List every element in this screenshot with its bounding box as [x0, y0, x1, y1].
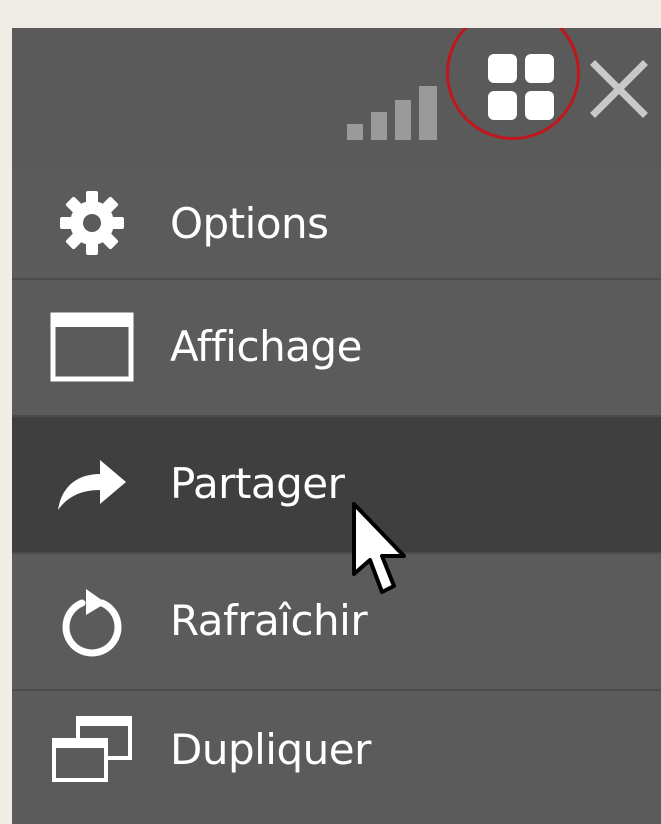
refresh-icon — [42, 571, 142, 671]
menu-item-options[interactable]: Options — [12, 168, 661, 278]
menu-item-label: Partager — [170, 459, 345, 508]
window-icon — [42, 297, 142, 397]
menu-item-rafraichir[interactable]: Rafraîchir — [12, 552, 661, 689]
close-button[interactable] — [580, 50, 658, 128]
app-menu-panel: Options Affichage Partager Rafraîchir Du… — [12, 28, 661, 824]
signal-bars-icon — [347, 86, 437, 140]
menu-item-label: Dupliquer — [170, 724, 371, 774]
menu-toolbar — [12, 28, 661, 168]
share-arrow-icon — [42, 434, 142, 534]
menu-item-dupliquer[interactable]: Dupliquer — [12, 689, 661, 809]
gear-icon — [42, 173, 142, 273]
menu-item-label: Affichage — [170, 322, 362, 371]
menu-list: Options Affichage Partager Rafraîchir Du… — [12, 168, 661, 809]
close-icon — [590, 60, 648, 118]
menu-item-label: Rafraîchir — [170, 596, 368, 645]
tiles-icon — [488, 54, 554, 120]
menu-item-partager[interactable]: Partager — [12, 415, 661, 552]
duplicate-icon — [42, 699, 142, 799]
tiles-view-button[interactable] — [448, 28, 582, 148]
menu-item-affichage[interactable]: Affichage — [12, 278, 661, 415]
menu-item-label: Options — [170, 198, 329, 248]
